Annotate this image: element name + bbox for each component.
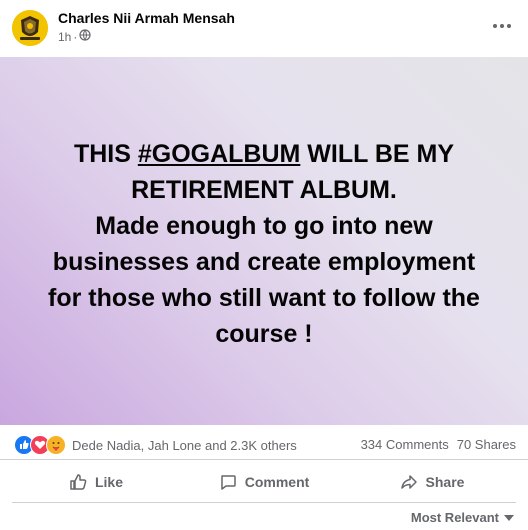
avatar[interactable] bbox=[12, 10, 48, 46]
engagement-counts: 334 Comments 70 Shares bbox=[361, 437, 516, 452]
post-text-line: for those who still want to follow the bbox=[48, 284, 480, 312]
post-text-line: businesses and create employment bbox=[52, 248, 476, 276]
more-options-button[interactable] bbox=[488, 14, 516, 38]
divider bbox=[12, 502, 516, 503]
post-text-line: RETIREMENT ALBUM. bbox=[131, 176, 397, 204]
shares-count[interactable]: 70 Shares bbox=[457, 437, 516, 452]
comment-label: Comment bbox=[244, 474, 310, 490]
post-text-line: course ! bbox=[215, 320, 313, 348]
like-label: Like bbox=[94, 474, 123, 490]
comments-sort-dropdown[interactable]: Most Relevant bbox=[411, 510, 514, 525]
thumbs-up-icon bbox=[70, 474, 87, 490]
globe-icon bbox=[79, 29, 91, 44]
text-segment: WILL BE MY bbox=[300, 140, 455, 168]
sort-label: Most Relevant bbox=[410, 510, 499, 525]
care-icon bbox=[46, 435, 66, 455]
post-text-line: Made enough to go into new bbox=[95, 212, 433, 240]
like-button[interactable]: Like bbox=[12, 466, 180, 498]
comment-button[interactable]: Comment bbox=[180, 466, 348, 498]
comment-icon bbox=[220, 475, 236, 490]
hashtag-link[interactable]: #GOGALBUM bbox=[138, 140, 301, 168]
reactions-bar: Dede Nadia, Jah Lone and 2.3K others 334… bbox=[0, 430, 528, 460]
more-horizontal-icon bbox=[493, 24, 511, 28]
reaction-icons[interactable] bbox=[14, 435, 66, 455]
crest-logo-icon bbox=[12, 10, 48, 46]
author-name[interactable]: Charles Nii Armah Mensah bbox=[58, 10, 235, 26]
share-button[interactable]: Share bbox=[348, 466, 516, 498]
share-label: Share bbox=[425, 474, 465, 490]
facebook-post: Charles Nii Armah Mensah 1h · THIS #GOGA… bbox=[0, 0, 528, 530]
text-segment: THIS bbox=[73, 140, 138, 168]
post-actions: Like Comment Share bbox=[12, 466, 516, 498]
post-text-line: THIS #GOGALBUM WILL BE MY bbox=[0, 136, 528, 172]
reaction-names[interactable]: Dede Nadia, Jah Lone and 2.3K others bbox=[72, 438, 297, 453]
meta-separator: · bbox=[73, 29, 78, 44]
post-text: THIS #GOGALBUM WILL BE MY RETIREMENT ALB… bbox=[0, 136, 528, 352]
share-arrow-icon bbox=[400, 475, 417, 489]
post-time[interactable]: 1h bbox=[58, 30, 71, 44]
post-meta: 1h · bbox=[58, 29, 91, 44]
post-header: Charles Nii Armah Mensah 1h · bbox=[0, 0, 528, 56]
comments-count[interactable]: 334 Comments bbox=[361, 437, 449, 452]
caret-down-icon bbox=[504, 514, 514, 521]
